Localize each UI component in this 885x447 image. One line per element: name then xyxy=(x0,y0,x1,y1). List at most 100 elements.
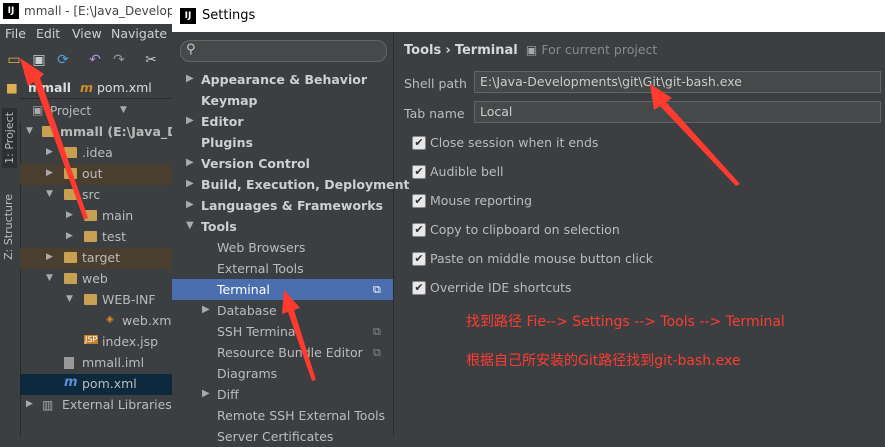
settings-nav-item[interactable]: Server Certificates xyxy=(172,426,393,447)
scope-label: For current project xyxy=(541,42,658,57)
override-shortcuts-label: Override IDE shortcuts xyxy=(430,280,572,295)
settings-nav-label: Database xyxy=(217,303,277,318)
chevron-right-icon[interactable]: ▶ xyxy=(186,157,194,168)
expand-icon[interactable]: ▼ xyxy=(46,189,53,199)
tree-item[interactable]: m pom.xml xyxy=(20,374,175,395)
settings-nav-item[interactable]: Diagrams xyxy=(172,363,393,384)
project-view-label[interactable]: Project xyxy=(50,104,91,118)
tree-item-label: src xyxy=(82,187,101,202)
settings-nav-label: Editor xyxy=(201,114,244,129)
settings-nav-label: Diff xyxy=(217,387,239,402)
settings-nav-label: Keymap xyxy=(201,93,258,108)
settings-nav-item[interactable]: ▶ Languages & Frameworks xyxy=(172,195,393,216)
breadcrumb-file[interactable]: pom.xml xyxy=(97,80,152,95)
expand-icon[interactable]: ▶ xyxy=(46,147,53,157)
checkbox-paste-middle-click[interactable]: ✔ xyxy=(412,252,426,266)
settings-nav-item[interactable]: ▶ Build, Execution, Deployment xyxy=(172,174,409,195)
copy-on-selection-label: Copy to clipboard on selection xyxy=(430,222,620,237)
breadcrumb-project[interactable]: mmall xyxy=(28,80,71,95)
expand-icon[interactable]: ▶ xyxy=(26,399,33,409)
chevron-right-icon[interactable]: ▶ xyxy=(202,388,210,399)
project-scope-icon: ⧉ xyxy=(373,346,381,359)
tree-item[interactable]: ▶ test xyxy=(20,227,175,248)
settings-nav-pane: ⚲ ▶ Appearance & Behavior Keymap ▶ Editor Plu… xyxy=(172,32,409,444)
settings-search-input[interactable]: ⚲ xyxy=(180,40,387,62)
shell-path-input[interactable] xyxy=(474,71,881,93)
settings-nav-item[interactable]: Plugins xyxy=(172,132,393,153)
tab-name-input[interactable] xyxy=(474,101,881,123)
chevron-right-icon[interactable]: ▶ xyxy=(186,199,194,210)
cut-icon[interactable]: ✂ xyxy=(143,52,159,68)
settings-nav-item[interactable]: ▶ Diff xyxy=(172,384,393,405)
folder-icon xyxy=(42,126,55,137)
expand-icon[interactable]: ▶ xyxy=(46,252,53,262)
settings-nav-item[interactable]: Web Browsers xyxy=(172,237,393,258)
project-tool-tab[interactable]: 1: Project xyxy=(2,108,17,168)
tree-item[interactable]: ▼ src xyxy=(20,185,175,206)
folder-icon xyxy=(64,147,77,158)
structure-tool-tab[interactable]: Z: Structure xyxy=(2,194,15,260)
expand-icon[interactable]: ▶ xyxy=(46,168,53,178)
checkbox-close-session[interactable]: ✔ xyxy=(412,136,426,150)
breadcrumb-separator: › xyxy=(445,43,451,58)
tree-item[interactable]: ▶ .idea xyxy=(20,143,175,164)
tree-item-label: mmall (E:\Java_De xyxy=(60,124,186,139)
tree-item[interactable]: ▶ target xyxy=(20,248,175,269)
expand-icon[interactable]: ▶ xyxy=(66,210,73,220)
chevron-down-icon[interactable]: ▼ xyxy=(120,105,127,115)
intellij-logo-icon: IJ xyxy=(3,3,19,19)
checkbox-mouse-reporting[interactable]: ✔ xyxy=(412,194,426,208)
tree-item[interactable]: ▼ web xyxy=(20,269,175,290)
checkbox-copy-on-selection[interactable]: ✔ xyxy=(412,223,426,237)
undo-icon[interactable]: ↶ xyxy=(87,52,103,68)
settings-dialog: IJ Settings ⚲ ▶ Appearance & Behavior Keym… xyxy=(172,0,885,444)
settings-nav-item[interactable]: Remote SSH External Tools xyxy=(172,405,393,426)
tool-window-strip: 1: Project Z: Structure xyxy=(0,98,21,436)
chevron-right-icon[interactable]: ▶ xyxy=(186,73,194,84)
chevron-right-icon[interactable]: ▶ xyxy=(186,115,194,126)
tree-item[interactable]: ▶ ▥ External Libraries xyxy=(20,395,175,416)
jsp-file-icon: JSP xyxy=(84,335,99,344)
menu-navigate[interactable]: Navigate xyxy=(111,26,167,41)
expand-icon[interactable]: ▶ xyxy=(66,231,73,241)
audible-bell-label: Audible bell xyxy=(430,164,504,179)
sync-icon[interactable]: ⟳ xyxy=(55,52,71,68)
settings-nav-label: Server Certificates xyxy=(217,429,334,444)
maven-icon: m xyxy=(80,80,94,95)
tree-item[interactable]: ◈ web.xml xyxy=(20,311,175,332)
expand-icon[interactable]: ▼ xyxy=(66,294,73,304)
tree-item[interactable]: JSP index.jsp xyxy=(20,332,175,353)
tree-item[interactable]: ▶ main xyxy=(20,206,175,227)
settings-nav-item[interactable]: Resource Bundle Editor ⧉ xyxy=(172,342,393,363)
annotation-path-note: 找到路径 Fie--> Settings --> Tools --> Termi… xyxy=(466,314,785,330)
open-folder-icon[interactable]: ▭ xyxy=(6,52,22,68)
settings-nav-item[interactable]: ▶ Database xyxy=(172,300,393,321)
settings-nav-item[interactable]: ▶ Appearance & Behavior xyxy=(172,69,393,90)
chevron-right-icon[interactable]: ▶ xyxy=(202,304,210,315)
settings-nav-item[interactable]: ▼ Tools xyxy=(172,216,393,237)
settings-nav-item[interactable]: Terminal ⧉ xyxy=(172,279,393,300)
settings-nav-item[interactable]: ▶ Version Control xyxy=(172,153,393,174)
tree-item-label: index.jsp xyxy=(102,334,159,349)
settings-nav-item[interactable]: ▶ Editor xyxy=(172,111,393,132)
menu-view[interactable]: View xyxy=(72,26,102,41)
settings-nav-item[interactable]: External Tools xyxy=(172,258,393,279)
tree-item[interactable]: mmall.iml xyxy=(20,353,175,374)
settings-nav-item[interactable]: SSH Terminal ⧉ xyxy=(172,321,393,342)
chevron-right-icon[interactable]: ▶ xyxy=(186,178,194,189)
tree-item[interactable]: ▼ mmall (E:\Java_De xyxy=(20,122,186,143)
expand-icon[interactable]: ▼ xyxy=(26,126,33,136)
project-view-header: ▣ Project ▼ xyxy=(20,100,175,122)
settings-nav-item[interactable]: Keymap xyxy=(172,90,393,111)
save-icon[interactable]: ▣ xyxy=(31,52,47,68)
tree-item[interactable]: ▶ out xyxy=(20,164,175,185)
redo-icon[interactable]: ↷ xyxy=(111,52,127,68)
checkbox-override-shortcuts[interactable]: ✔ xyxy=(412,281,426,295)
expand-icon[interactable]: ▼ xyxy=(46,273,53,283)
menu-file[interactable]: File xyxy=(5,26,26,41)
folder-icon xyxy=(84,231,97,242)
chevron-down-icon[interactable]: ▼ xyxy=(186,220,194,231)
menu-edit[interactable]: Edit xyxy=(36,26,60,41)
tree-item[interactable]: ▼ WEB-INF xyxy=(20,290,175,311)
checkbox-audible-bell[interactable]: ✔ xyxy=(412,165,426,179)
